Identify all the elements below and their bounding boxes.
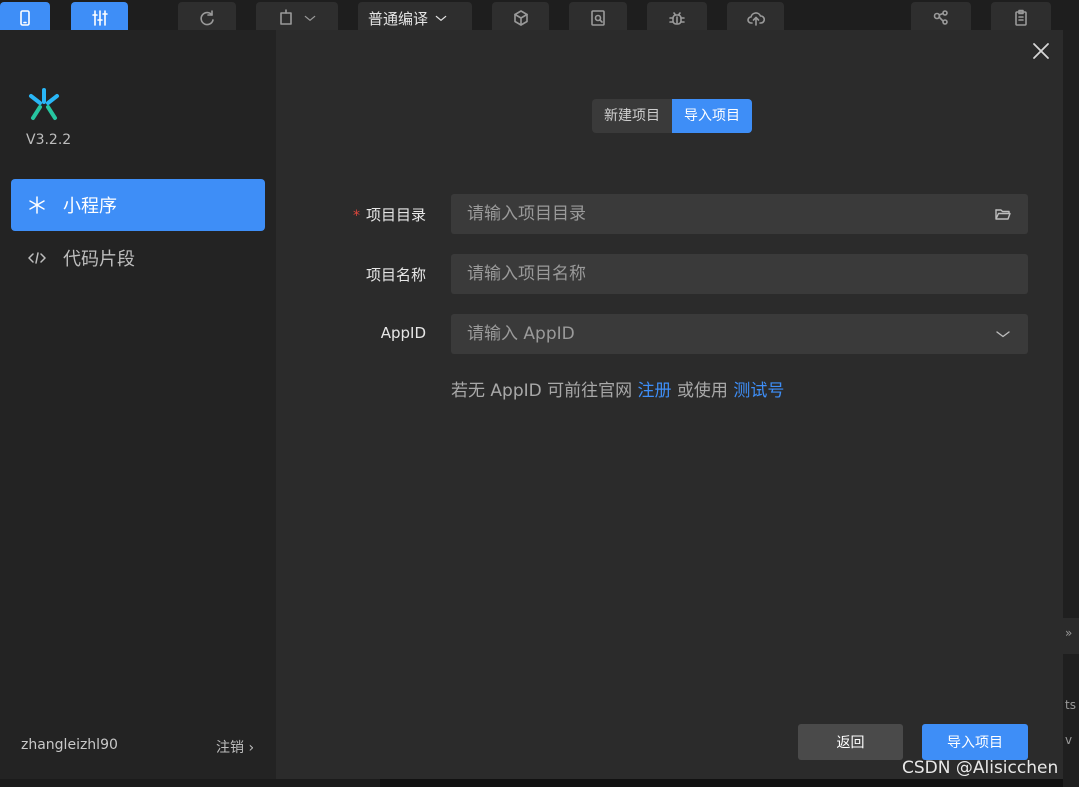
appid-hint: 若无 AppID 可前往官网 注册 或使用 测试号 <box>451 376 784 401</box>
chevron-down-icon <box>304 15 316 21</box>
refresh-icon <box>200 10 214 26</box>
project-name-input[interactable] <box>467 264 1012 284</box>
app-version: V3.2.2 <box>26 132 72 148</box>
clipboard-icon <box>1015 9 1027 26</box>
dialog-sidebar: V3.2.2 小程序 代码片段 zhangleizhl90 注销 › <box>0 30 276 779</box>
ide-toolbar: 普通编译 <box>0 0 1079 34</box>
tab-import-project[interactable]: 导入项目 <box>672 99 752 133</box>
folder-open-icon[interactable] <box>994 205 1012 223</box>
sidebar-item-label: 代码片段 <box>63 249 135 270</box>
ide-background-strip <box>380 779 1063 787</box>
background-text: ts <box>1065 698 1076 712</box>
username: zhangleizhl90 <box>21 737 118 753</box>
name-label: 项目名称 <box>365 266 426 284</box>
required-mark: * <box>352 208 360 224</box>
appid-select[interactable] <box>451 314 1028 354</box>
tab-new-project[interactable]: 新建项目 <box>592 99 672 133</box>
code-icon <box>28 252 46 264</box>
sidebar-item-miniprogram[interactable]: 小程序 <box>11 179 265 231</box>
import-project-dialog: V3.2.2 小程序 代码片段 zhangleizhl90 注销 › 新建项目 … <box>0 30 1063 779</box>
logout-link[interactable]: 注销 › <box>216 737 254 757</box>
bug-icon <box>669 12 685 25</box>
sidebar-item-code-snippets[interactable]: 代码片段 <box>11 232 265 284</box>
back-button[interactable]: 返回 <box>798 724 903 760</box>
test-account-link[interactable]: 测试号 <box>733 381 784 401</box>
import-project-button[interactable]: 导入项目 <box>922 724 1028 760</box>
project-mode-tabs: 新建项目 导入项目 <box>592 99 752 133</box>
appid-label: AppID <box>380 324 426 342</box>
hint-prefix: 若无 AppID 可前往官网 <box>451 381 633 401</box>
directory-label: * 项目目录 <box>266 204 426 225</box>
hint-middle: 或使用 <box>676 381 728 401</box>
share-icon <box>933 10 948 25</box>
directory-input[interactable] <box>467 204 994 224</box>
appid-input[interactable] <box>467 324 994 344</box>
close-icon <box>1033 43 1049 59</box>
chevron-down-icon[interactable] <box>994 325 1012 343</box>
name-field <box>451 254 1028 294</box>
compile-mode-label: 普通编译 <box>368 9 429 28</box>
sliders-icon <box>91 10 108 26</box>
ide-background-panel: » ts v <box>1063 30 1079 787</box>
close-button[interactable] <box>1030 40 1052 62</box>
cube-icon <box>513 10 528 26</box>
cloud-upload-icon <box>746 12 765 26</box>
register-link[interactable]: 注册 <box>638 381 672 401</box>
expand-icon: » <box>1065 626 1073 640</box>
device-icon <box>280 9 292 25</box>
watermark: CSDN @Alisicchen <box>902 758 1059 778</box>
search-page-icon <box>591 10 605 26</box>
sidebar-item-label: 小程序 <box>63 196 117 217</box>
devtools-logo-icon <box>29 88 59 120</box>
directory-label-text: 项目目录 <box>365 206 426 224</box>
phone-icon <box>20 10 30 26</box>
miniprogram-icon <box>29 196 45 214</box>
chevron-down-icon <box>435 15 447 21</box>
background-text: v <box>1065 733 1073 747</box>
directory-field <box>451 194 1028 234</box>
